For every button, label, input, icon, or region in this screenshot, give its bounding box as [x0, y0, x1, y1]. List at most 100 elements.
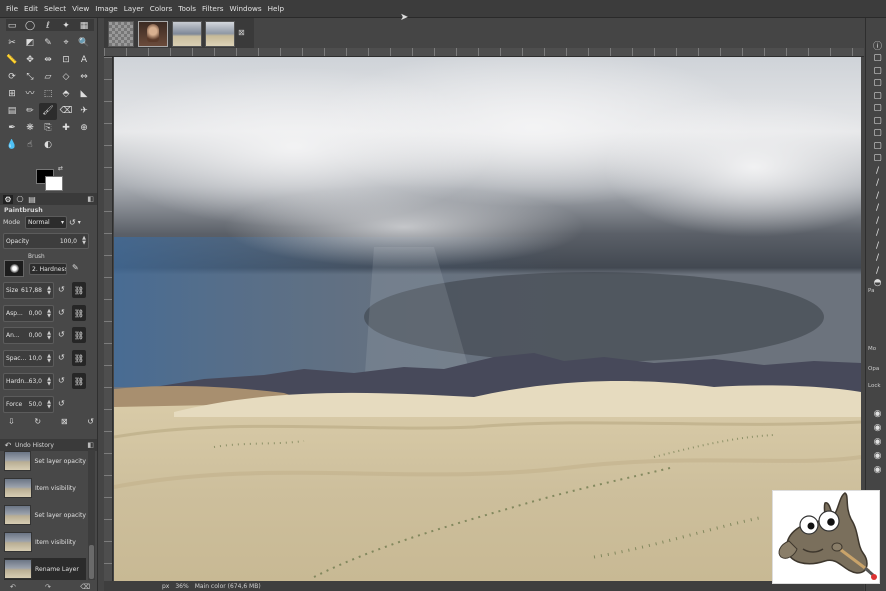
menu-colors[interactable]: Colors [147, 4, 176, 13]
tool-options-tab-icon[interactable]: ⚙ [3, 194, 13, 204]
unified-transform-icon[interactable]: ⬚ [39, 86, 57, 103]
rotate-icon[interactable]: ⟳ [3, 69, 21, 86]
dock-menu-icon[interactable]: ◧ [87, 441, 94, 449]
clone-icon[interactable]: ⎘ [39, 120, 57, 137]
brush-preset-icon[interactable]: / [872, 190, 883, 201]
link-aspect-icon[interactable]: ⛓ [72, 305, 86, 321]
redo-icon[interactable]: ↷ [45, 583, 51, 591]
spin-arrows[interactable]: ▲ ▼ [45, 399, 53, 410]
zoom-select[interactable]: 36% [175, 583, 188, 590]
bucket-fill-icon[interactable]: ◣ [75, 86, 93, 103]
menu-file[interactable]: File [3, 4, 21, 13]
paths-icon[interactable]: ✎ [39, 35, 57, 52]
layer-visibility-eye-icon[interactable]: ◉ [872, 408, 883, 419]
brush-preset-icon[interactable]: / [872, 215, 883, 226]
link-angle-icon[interactable]: ⛓ [72, 327, 86, 343]
menu-tools[interactable]: Tools [175, 4, 199, 13]
angle-spinner[interactable]: An... 0,00 ▲ ▼ [3, 327, 54, 344]
layer-visibility-eye-icon[interactable]: ◉ [872, 422, 883, 433]
brush-preset-icon[interactable]: / [872, 265, 883, 276]
brush-preview-button[interactable] [4, 260, 24, 277]
horizontal-ruler[interactable] [104, 48, 864, 57]
image-tab-transparent[interactable] [108, 21, 134, 47]
airbrush-icon[interactable]: ✈ [75, 103, 93, 120]
info-icon[interactable]: ⓘ [872, 40, 883, 52]
brush-name-field[interactable]: 2. Hardness 0 [29, 263, 67, 275]
undo-icon[interactable]: ↶ [10, 583, 16, 591]
menu-layer[interactable]: Layer [121, 4, 147, 13]
brush-preset-icon[interactable]: / [872, 203, 883, 214]
heal-icon[interactable]: ✚ [57, 120, 75, 137]
measure-icon[interactable]: 📏 [3, 52, 21, 69]
flip-icon[interactable]: ⇔ [75, 69, 93, 86]
dodge-burn-icon[interactable]: ◐ [39, 137, 57, 154]
dock-tab-icon[interactable]: ▢ [872, 128, 883, 139]
opacity-spinner[interactable]: Opacity 100,0 ▲ ▼ [3, 233, 89, 249]
handle-transform-icon[interactable]: ⬘ [57, 86, 75, 103]
menu-view[interactable]: View [69, 4, 92, 13]
brush-preset-icon[interactable]: / [872, 178, 883, 189]
menu-select[interactable]: Select [41, 4, 69, 13]
ink-icon[interactable]: ✒ [3, 120, 21, 137]
spin-arrows[interactable]: ▲ ▼ [80, 236, 88, 246]
brush-preset-icon[interactable]: / [872, 228, 883, 239]
paintbrush-icon[interactable]: 🖌 [39, 103, 57, 120]
dock-menu-icon[interactable]: ◧ [87, 195, 94, 203]
reset-spacing-icon[interactable]: ↺ [58, 353, 65, 362]
align-icon[interactable]: ⇹ [39, 52, 57, 69]
rect-select-icon[interactable]: ▭ [3, 18, 21, 35]
layer-visibility-eye-icon[interactable]: ◉ [872, 464, 883, 475]
dock-tab-icon[interactable]: ▢ [872, 153, 883, 164]
image-tab-desert-2[interactable] [205, 21, 235, 47]
undo-tab-icon[interactable]: ▤ [27, 195, 37, 204]
reset-force-icon[interactable]: ↺ [58, 399, 65, 408]
zoom-icon[interactable]: 🔍 [75, 35, 93, 52]
layer-visibility-eye-icon[interactable]: ◉ [872, 436, 883, 447]
smudge-icon[interactable]: ☝ [21, 137, 39, 154]
undo-history-item[interactable]: Set layer opacity [4, 450, 86, 472]
reset-mode-icon[interactable]: ↺ [69, 218, 76, 227]
brush-preset-icon[interactable]: / [872, 253, 883, 264]
menu-windows[interactable]: Windows [227, 4, 265, 13]
pattern-icon[interactable]: ◓ [872, 278, 883, 289]
spin-arrows[interactable]: ▲ ▼ [45, 330, 53, 341]
undo-history-item[interactable]: Rename Layer [4, 558, 86, 580]
undo-history-item[interactable]: Item visibility [4, 477, 86, 499]
color-select-icon[interactable]: ▦ [75, 18, 93, 35]
link-size-icon[interactable]: ⛓ [72, 282, 86, 298]
image-canvas[interactable] [114, 57, 861, 581]
pencil-icon[interactable]: ✏ [21, 103, 39, 120]
clear-history-icon[interactable]: ⌫ [80, 583, 90, 591]
undo-scrollbar-thumb[interactable] [89, 545, 94, 579]
shear-icon[interactable]: ▱ [39, 69, 57, 86]
close-tab-icon[interactable]: ⊠ [238, 28, 245, 37]
scale-icon[interactable]: ⤡ [21, 69, 39, 86]
force-spinner[interactable]: Force 50,0 ▲ ▼ [3, 396, 54, 413]
reset-aspect-icon[interactable]: ↺ [58, 308, 65, 317]
crop-icon[interactable]: ⊡ [57, 52, 75, 69]
undo-history-item[interactable]: Set layer opacity [4, 504, 86, 526]
perspective-clone-icon[interactable]: ⊕ [75, 120, 93, 137]
spacing-spinner[interactable]: Spac... 10,0 ▲ ▼ [3, 350, 54, 367]
image-tab-desert[interactable] [172, 21, 202, 47]
restore-options-icon[interactable]: ↻ [34, 417, 41, 429]
gradient-icon[interactable]: ▤ [3, 103, 21, 120]
move-icon[interactable]: ✥ [21, 52, 39, 69]
brush-preset-icon[interactable]: / [872, 165, 883, 176]
reset-options-icon[interactable]: ↺ [87, 417, 94, 429]
mode-select[interactable]: Normal ▾ [25, 216, 67, 229]
size-spinner[interactable]: Size 617,88 ▲ ▼ [3, 282, 54, 299]
color-picker-icon[interactable]: ⌖ [57, 35, 75, 52]
spin-arrows[interactable]: ▲ ▼ [45, 376, 53, 387]
vertical-ruler[interactable] [104, 57, 113, 581]
delete-options-icon[interactable]: ⊠ [61, 417, 68, 429]
ellipse-select-icon[interactable]: ◯ [21, 18, 39, 35]
blur-icon[interactable]: 💧 [3, 137, 21, 154]
reset-angle-icon[interactable]: ↺ [58, 330, 65, 339]
free-select-icon[interactable]: ℓ [39, 18, 57, 35]
reset-size-icon[interactable]: ↺ [58, 285, 65, 294]
foreground-select-icon[interactable]: ◩ [21, 35, 39, 52]
dock-tab-icon[interactable]: ▢ [872, 103, 883, 114]
menu-filters[interactable]: Filters [199, 4, 227, 13]
dock-tab-icon[interactable]: ▢ [872, 65, 883, 76]
